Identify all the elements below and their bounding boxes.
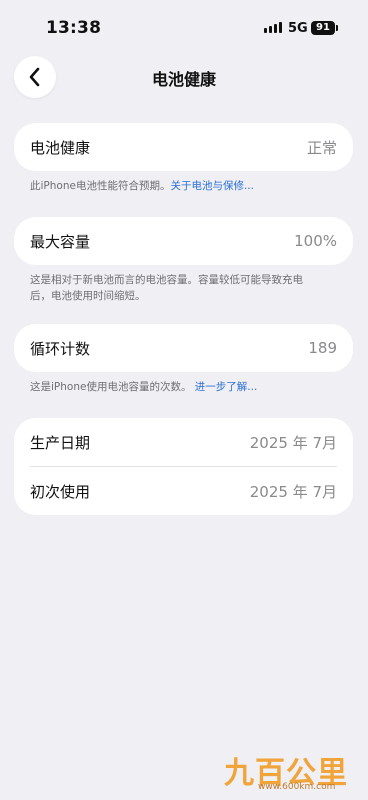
max-capacity-card: 最大容量 100%: [14, 217, 353, 265]
max-capacity-note-text: 这是相对于新电池而言的电池容量。容量较低可能导致充电后，电池使用时间缩短。: [30, 274, 303, 302]
network-type: 5G: [288, 21, 308, 36]
battery-health-value: 正常: [306, 138, 337, 157]
cycle-count-row: 循环计数 189: [14, 324, 353, 372]
cycle-count-value: 189: [308, 339, 337, 357]
max-capacity-note: 这是相对于新电池而言的电池容量。容量较低可能导致充电后，电池使用时间缩短。: [30, 272, 322, 304]
battery-health-note-text: 此iPhone电池性能符合预期。: [30, 180, 171, 192]
battery-icon: 91: [311, 21, 338, 35]
status-bar: 13:38 5G 91: [0, 0, 368, 56]
manufacture-date-value: 2025 年 7月: [249, 433, 337, 452]
max-capacity-row: 最大容量 100%: [14, 217, 353, 265]
cycle-count-note: 这是iPhone使用电池容量的次数。 进一步了解...: [30, 379, 330, 395]
first-use-label: 初次使用: [30, 482, 91, 501]
cycle-count-label: 循环计数: [30, 339, 91, 358]
cellular-signal-icon: [264, 22, 282, 33]
battery-health-note: 此iPhone电池性能符合预期。关于电池与保修...: [30, 178, 330, 194]
manufacture-date-row: 生产日期 2025 年 7月: [14, 418, 353, 466]
first-use-row: 初次使用 2025 年 7月: [14, 467, 353, 515]
first-use-value: 2025 年 7月: [249, 482, 337, 501]
battery-warranty-link[interactable]: 关于电池与保修...: [170, 180, 254, 192]
watermark-logo: 九百公里 www.600km.com: [224, 748, 356, 794]
cycle-count-card: 循环计数 189: [14, 324, 353, 372]
max-capacity-value: 100%: [294, 232, 337, 250]
max-capacity-label: 最大容量: [30, 232, 91, 251]
page-title: 电池健康: [151, 70, 216, 89]
learn-more-link[interactable]: 进一步了解...: [195, 381, 258, 393]
cycle-count-note-text: 这是iPhone使用电池容量的次数。: [30, 381, 192, 393]
status-time: 13:38: [46, 18, 102, 38]
manufacture-date-label: 生产日期: [30, 433, 91, 452]
battery-health-card: 电池健康 正常: [14, 123, 353, 171]
battery-health-row: 电池健康 正常: [14, 123, 353, 171]
watermark-url: www.600km.com: [258, 782, 336, 792]
battery-health-label: 电池健康: [30, 138, 91, 157]
dates-card: 生产日期 2025 年 7月 初次使用 2025 年 7月: [14, 418, 353, 515]
